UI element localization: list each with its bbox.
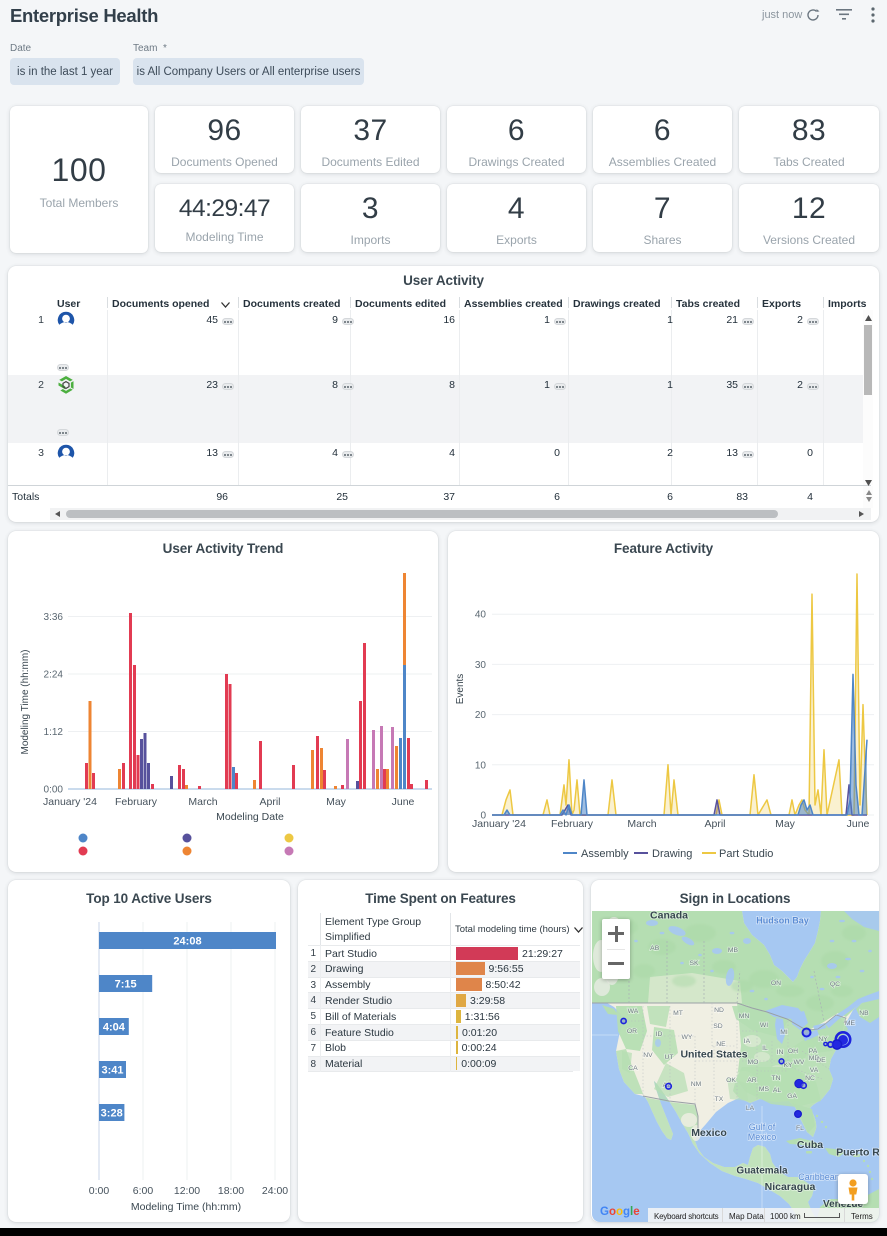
svg-text:March: March bbox=[188, 796, 217, 808]
svg-text:Modeling Time (hh:mm): Modeling Time (hh:mm) bbox=[20, 649, 31, 754]
svg-text:MN: MN bbox=[739, 1013, 750, 1020]
svg-text:Events: Events bbox=[455, 674, 466, 705]
svg-text:0:00: 0:00 bbox=[44, 785, 64, 796]
svg-text:KY: KY bbox=[783, 1062, 793, 1069]
svg-text:Cuba: Cuba bbox=[797, 1139, 823, 1151]
svg-text:Mexico: Mexico bbox=[748, 1132, 777, 1142]
svg-text:3:36: 3:36 bbox=[44, 612, 64, 623]
svg-text:TX: TX bbox=[715, 1096, 724, 1103]
svg-text:24:08: 24:08 bbox=[173, 936, 201, 948]
svg-text:6:00: 6:00 bbox=[133, 1185, 154, 1197]
svg-text:UT: UT bbox=[664, 1054, 673, 1061]
svg-text:SD: SD bbox=[713, 1023, 723, 1030]
svg-text:ID: ID bbox=[656, 1031, 663, 1038]
svg-text:WA: WA bbox=[628, 1008, 639, 1015]
svg-text:PA: PA bbox=[809, 1048, 818, 1055]
svg-text:January '24: January '24 bbox=[472, 818, 526, 830]
svg-text:NB: NB bbox=[859, 1010, 869, 1017]
svg-text:AB: AB bbox=[650, 945, 660, 952]
svg-text:CA: CA bbox=[628, 1065, 638, 1072]
svg-text:January '24: January '24 bbox=[43, 796, 97, 808]
svg-text:ME: ME bbox=[845, 1020, 856, 1027]
svg-text:7:15: 7:15 bbox=[115, 979, 137, 991]
svg-text:40: 40 bbox=[475, 610, 487, 621]
svg-text:Caribbean: Caribbean bbox=[798, 1172, 840, 1182]
svg-text:Modeling Date: Modeling Date bbox=[216, 811, 284, 823]
svg-text:WI: WI bbox=[760, 1022, 768, 1029]
svg-text:AL: AL bbox=[773, 1087, 782, 1094]
svg-text:20: 20 bbox=[475, 710, 487, 721]
svg-text:Nicaragua: Nicaragua bbox=[765, 1181, 816, 1193]
svg-text:NC: NC bbox=[805, 1075, 815, 1082]
svg-text:Guatemala: Guatemala bbox=[736, 1166, 788, 1177]
svg-text:Canada: Canada bbox=[650, 911, 688, 922]
svg-text:MT: MT bbox=[673, 1010, 683, 1017]
svg-text:1:12: 1:12 bbox=[44, 727, 64, 738]
svg-text:GA: GA bbox=[787, 1093, 797, 1100]
svg-text:March: March bbox=[627, 818, 656, 830]
svg-text:30: 30 bbox=[475, 660, 487, 671]
svg-text:VA: VA bbox=[810, 1067, 819, 1074]
svg-text:0:00: 0:00 bbox=[89, 1185, 110, 1197]
svg-text:IL: IL bbox=[762, 1045, 768, 1052]
svg-text:OH: OH bbox=[788, 1048, 798, 1055]
svg-text:February: February bbox=[115, 796, 158, 808]
svg-text:Puerto R: Puerto R bbox=[836, 1147, 879, 1159]
svg-text:United States: United States bbox=[680, 1049, 747, 1061]
svg-text:3:28: 3:28 bbox=[101, 1108, 123, 1120]
svg-text:OR: OR bbox=[627, 1028, 637, 1035]
svg-text:SK: SK bbox=[689, 960, 699, 967]
svg-text:Hudson Bay: Hudson Bay bbox=[756, 916, 809, 926]
svg-text:3:41: 3:41 bbox=[101, 1065, 123, 1077]
svg-text:MO: MO bbox=[748, 1059, 759, 1066]
svg-text:Assembly: Assembly bbox=[581, 848, 629, 860]
svg-text:ND: ND bbox=[714, 1007, 724, 1014]
svg-text:MB: MB bbox=[728, 947, 739, 954]
svg-text:NV: NV bbox=[643, 1052, 653, 1059]
svg-text:Modeling Time (hh:mm): Modeling Time (hh:mm) bbox=[131, 1201, 241, 1213]
svg-text:TN: TN bbox=[771, 1075, 780, 1082]
svg-text:QC: QC bbox=[830, 981, 840, 988]
svg-text:April: April bbox=[704, 818, 725, 830]
svg-text:24:00: 24:00 bbox=[262, 1185, 288, 1197]
svg-text:AR: AR bbox=[747, 1077, 757, 1084]
svg-text:IA: IA bbox=[744, 1038, 751, 1045]
svg-text:LA: LA bbox=[746, 1105, 755, 1112]
svg-text:IN: IN bbox=[777, 1049, 784, 1056]
svg-text:WV: WV bbox=[794, 1059, 805, 1066]
svg-text:June: June bbox=[392, 796, 415, 808]
svg-text:NM: NM bbox=[691, 1081, 702, 1088]
svg-text:April: April bbox=[259, 796, 280, 808]
svg-text:12:00: 12:00 bbox=[174, 1185, 200, 1197]
svg-text:Mexico: Mexico bbox=[691, 1127, 727, 1139]
svg-text:Gulf of: Gulf of bbox=[749, 1122, 776, 1132]
svg-text:OK: OK bbox=[726, 1077, 736, 1084]
svg-text:10: 10 bbox=[475, 760, 487, 771]
svg-text:18:00: 18:00 bbox=[218, 1185, 244, 1197]
svg-text:Part Studio: Part Studio bbox=[719, 848, 773, 860]
svg-text:May: May bbox=[775, 818, 796, 830]
svg-text:DE: DE bbox=[816, 1057, 826, 1064]
svg-text:2:24: 2:24 bbox=[44, 670, 64, 681]
svg-text:4:04: 4:04 bbox=[103, 1022, 126, 1034]
svg-text:June: June bbox=[847, 818, 870, 830]
svg-text:MS: MS bbox=[759, 1086, 770, 1093]
svg-text:FL: FL bbox=[796, 1125, 804, 1132]
svg-text:ON: ON bbox=[771, 980, 781, 987]
svg-text:NE: NE bbox=[716, 1041, 726, 1048]
svg-text:February: February bbox=[551, 818, 594, 830]
svg-text:MI: MI bbox=[780, 1029, 788, 1036]
svg-text:May: May bbox=[326, 796, 347, 808]
svg-text:Drawing: Drawing bbox=[652, 848, 692, 860]
svg-text:WY: WY bbox=[682, 1034, 693, 1041]
